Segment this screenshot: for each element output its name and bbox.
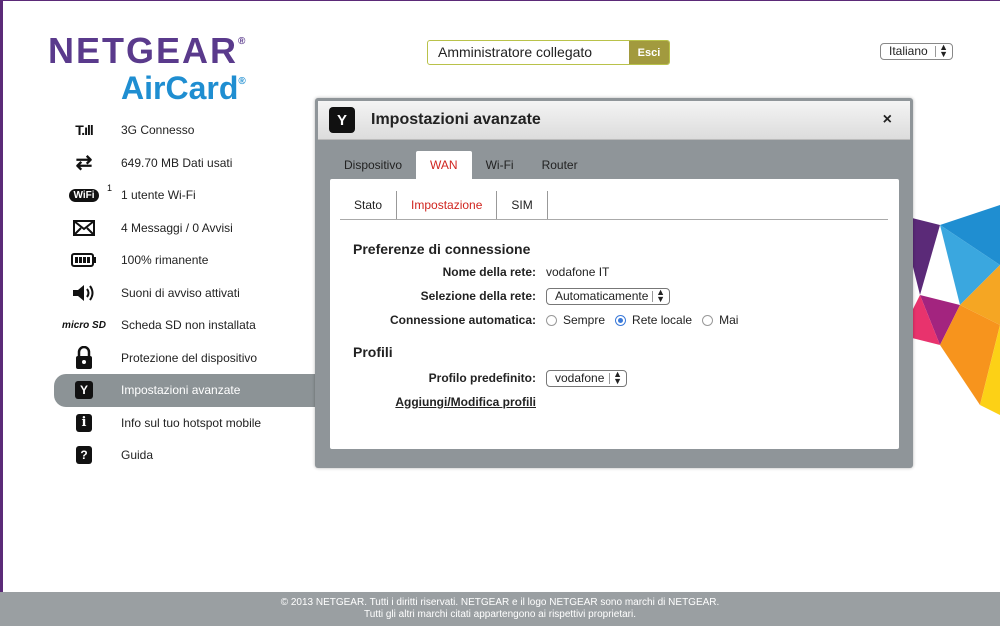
sidebar-item-sd-card[interactable]: micro SD Scheda SD non installata	[54, 309, 316, 342]
info-icon: i	[54, 413, 114, 432]
tab-router[interactable]: Router	[528, 151, 592, 179]
profiles-heading: Profili	[353, 344, 393, 360]
sidebar-item-help[interactable]: ? Guida	[54, 439, 316, 472]
sidebar-item-wifi-users[interactable]: WiFi 1 1 utente Wi-Fi	[54, 179, 316, 212]
wrench-icon: Y	[329, 107, 355, 133]
sidebar: T.ıll 3G Connesso ⇄ 649.70 MB Dati usati…	[54, 114, 316, 472]
decorative-graphic	[900, 205, 1000, 415]
edit-profiles-link[interactable]: Aggiungi/Modifica profili	[395, 395, 536, 409]
network-name-row: Nome della rete: vodafone IT	[330, 262, 899, 282]
footer-copyright: © 2013 NETGEAR. Tutti i diritti riservat…	[280, 597, 720, 608]
sidebar-item-label: Suoni di avviso attivati	[121, 285, 240, 300]
battery-icon	[54, 253, 114, 268]
sidebar-item-label: 100% rimanente	[121, 253, 209, 268]
tab-wifi[interactable]: Wi-Fi	[472, 151, 528, 179]
sidebar-item-advanced-settings[interactable]: Y Impostazioni avanzate	[54, 374, 316, 407]
sidebar-item-label: Impostazioni avanzate	[121, 383, 241, 398]
subtab-sim[interactable]: SIM	[497, 191, 548, 219]
default-profile-label: Profilo predefinito:	[428, 371, 536, 385]
select-arrows-icon: ▲ ▼	[613, 369, 622, 386]
subtab-settings[interactable]: Impostazione	[397, 191, 498, 219]
sidebar-item-label: 1 utente Wi-Fi	[121, 188, 196, 203]
wifi-icon: WiFi 1	[54, 183, 114, 202]
help-icon: ?	[54, 446, 114, 465]
network-selection-value: Automaticamente	[555, 289, 649, 303]
tab-wan[interactable]: WAN	[416, 151, 472, 179]
default-profile-select[interactable]: vodafone ▲ ▼	[546, 370, 627, 387]
aircard-logo: AirCard®	[121, 70, 246, 106]
data-transfer-icon: ⇄	[75, 152, 93, 175]
sidebar-item-hotspot-info[interactable]: i Info sul tuo hotspot mobile	[54, 407, 316, 440]
login-status-bar: Amministratore collegato Esci	[427, 40, 670, 65]
radio-never[interactable]	[702, 314, 714, 326]
network-selection-row: Selezione della rete: Automaticamente ▲ ▼	[330, 286, 899, 306]
tab-content: Stato Impostazione SIM Preferenze di con…	[330, 179, 899, 449]
sidebar-item-label: 4 Messaggi / 0 Avvisi	[121, 220, 233, 235]
sidebar-item-label: Guida	[121, 448, 154, 463]
logout-button[interactable]: Esci	[629, 41, 669, 64]
select-arrows-icon: ▲ ▼	[939, 42, 948, 59]
login-status-text: Amministratore collegato	[438, 44, 593, 60]
envelope-icon	[54, 219, 114, 236]
microsd-icon: micro SD	[62, 319, 106, 331]
sidebar-item-label: 649.70 MB Dati usati	[121, 155, 233, 170]
radio-always-label: Sempre	[563, 313, 606, 327]
speaker-icon	[54, 283, 114, 303]
auto-connect-label: Connessione automatica:	[389, 313, 536, 327]
signal-icon: T.ıll	[75, 122, 94, 139]
dialog-header: Y Impostazioni avanzate ×	[318, 101, 910, 140]
sidebar-item-device-protection[interactable]: Protezione del dispositivo	[54, 342, 316, 375]
sidebar-item-label: Protezione del dispositivo	[121, 350, 258, 365]
default-profile-value: vodafone	[555, 371, 605, 385]
wrench-icon: Y	[54, 381, 114, 400]
footer: © 2013 NETGEAR. Tutti i diritti riservat…	[0, 592, 1000, 626]
tab-device[interactable]: Dispositivo	[330, 151, 416, 179]
network-selection-label: Selezione della rete:	[420, 289, 536, 303]
sidebar-item-label: 3G Connesso	[121, 123, 195, 138]
advanced-settings-dialog: Y Impostazioni avanzate × Dispositivo WA…	[315, 98, 913, 468]
wifi-users-badge: 1	[106, 182, 112, 193]
main-tabs: Dispositivo WAN Wi-Fi Router	[330, 151, 592, 179]
radio-always[interactable]	[546, 314, 557, 326]
sub-tabs: Stato Impostazione SIM	[340, 191, 888, 220]
footer-trademarks: Tutti gli altri marchi citati appartengo…	[364, 609, 636, 620]
sidebar-item-battery[interactable]: 100% rimanente	[54, 244, 316, 277]
sidebar-item-connection[interactable]: T.ıll 3G Connesso	[54, 114, 316, 147]
connection-prefs-heading: Preferenze di connessione	[353, 241, 531, 257]
top-border	[0, 0, 1000, 1]
sidebar-item-label: Info sul tuo hotspot mobile	[121, 415, 262, 430]
subtab-status[interactable]: Stato	[340, 191, 398, 219]
default-profile-row: Profilo predefinito: vodafone ▲ ▼	[330, 368, 899, 388]
radio-never-label: Mai	[719, 313, 739, 327]
language-select-value: Italiano	[889, 44, 928, 58]
netgear-logo: NETGEAR®	[48, 30, 248, 71]
radio-local-network[interactable]	[615, 314, 627, 326]
sidebar-item-data-usage[interactable]: ⇄ 649.70 MB Dati usati	[54, 147, 316, 180]
sidebar-item-messages[interactable]: 4 Messaggi / 0 Avvisi	[54, 212, 316, 245]
network-selection-select[interactable]: Automaticamente ▲ ▼	[546, 288, 670, 305]
select-arrows-icon: ▲ ▼	[656, 287, 665, 304]
sidebar-item-label: Scheda SD non installata	[121, 318, 256, 333]
network-name-value: vodafone IT	[546, 265, 610, 279]
network-name-label: Nome della rete:	[442, 265, 536, 279]
left-border	[0, 0, 3, 626]
close-icon[interactable]: ×	[883, 111, 892, 129]
auto-connect-radio-group: Sempre Rete locale Mai	[546, 313, 748, 327]
dialog-title: Impostazioni avanzate	[371, 111, 541, 128]
sidebar-item-sounds[interactable]: Suoni di avviso attivati	[54, 277, 316, 310]
lock-icon	[54, 345, 114, 370]
language-select[interactable]: Italiano ▲ ▼	[880, 43, 953, 60]
radio-local-network-label: Rete locale	[632, 313, 693, 327]
auto-connect-row: Connessione automatica: Sempre Rete loca…	[330, 310, 899, 330]
